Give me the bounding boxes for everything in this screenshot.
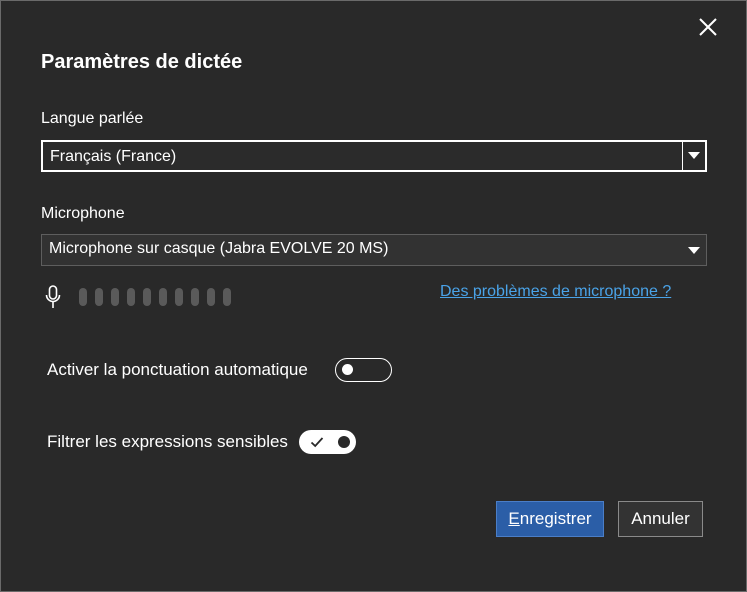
language-select-value: Français (France) xyxy=(50,148,177,165)
filter-sensitive-label: Filtrer les expressions sensibles xyxy=(47,432,288,451)
checkmark-icon xyxy=(310,437,324,448)
close-button[interactable] xyxy=(693,12,723,42)
auto-punctuation-toggle[interactable] xyxy=(335,358,392,382)
save-button[interactable]: Enregistrer xyxy=(496,501,604,537)
microphone-label: Microphone xyxy=(41,205,125,222)
level-bar xyxy=(223,288,231,306)
save-mnemonic: E xyxy=(508,509,520,528)
level-bar xyxy=(143,288,151,306)
dictation-settings-dialog: Paramètres de dictée Langue parlée Franç… xyxy=(0,0,747,592)
level-bar xyxy=(175,288,183,306)
microphone-select-value: Microphone sur casque (Jabra EVOLVE 20 M… xyxy=(49,240,389,257)
cancel-button[interactable]: Annuler xyxy=(618,501,703,537)
language-select-divider xyxy=(682,142,683,170)
close-icon xyxy=(699,18,717,36)
microphone-icon xyxy=(45,285,61,308)
level-bar xyxy=(111,288,119,306)
language-label: Langue parlée xyxy=(41,110,144,127)
chevron-down-icon xyxy=(688,152,700,159)
level-bar xyxy=(159,288,167,306)
filter-sensitive-toggle[interactable] xyxy=(299,430,356,454)
level-bar xyxy=(191,288,199,306)
level-bar xyxy=(79,288,87,306)
level-bar xyxy=(127,288,135,306)
microphone-level-meter xyxy=(79,288,231,306)
level-bar xyxy=(207,288,215,306)
auto-punctuation-label: Activer la ponctuation automatique xyxy=(47,360,308,379)
language-select[interactable]: Français (France) xyxy=(41,140,707,172)
chevron-down-icon xyxy=(688,247,700,254)
microphone-help-link[interactable]: Des problèmes de microphone ? xyxy=(440,283,671,301)
toggle-knob xyxy=(342,364,353,375)
level-bar xyxy=(95,288,103,306)
dialog-title: Paramètres de dictée xyxy=(41,51,243,73)
microphone-select[interactable]: Microphone sur casque (Jabra EVOLVE 20 M… xyxy=(41,234,707,266)
save-label: nregistrer xyxy=(519,509,592,528)
toggle-knob xyxy=(338,436,350,448)
